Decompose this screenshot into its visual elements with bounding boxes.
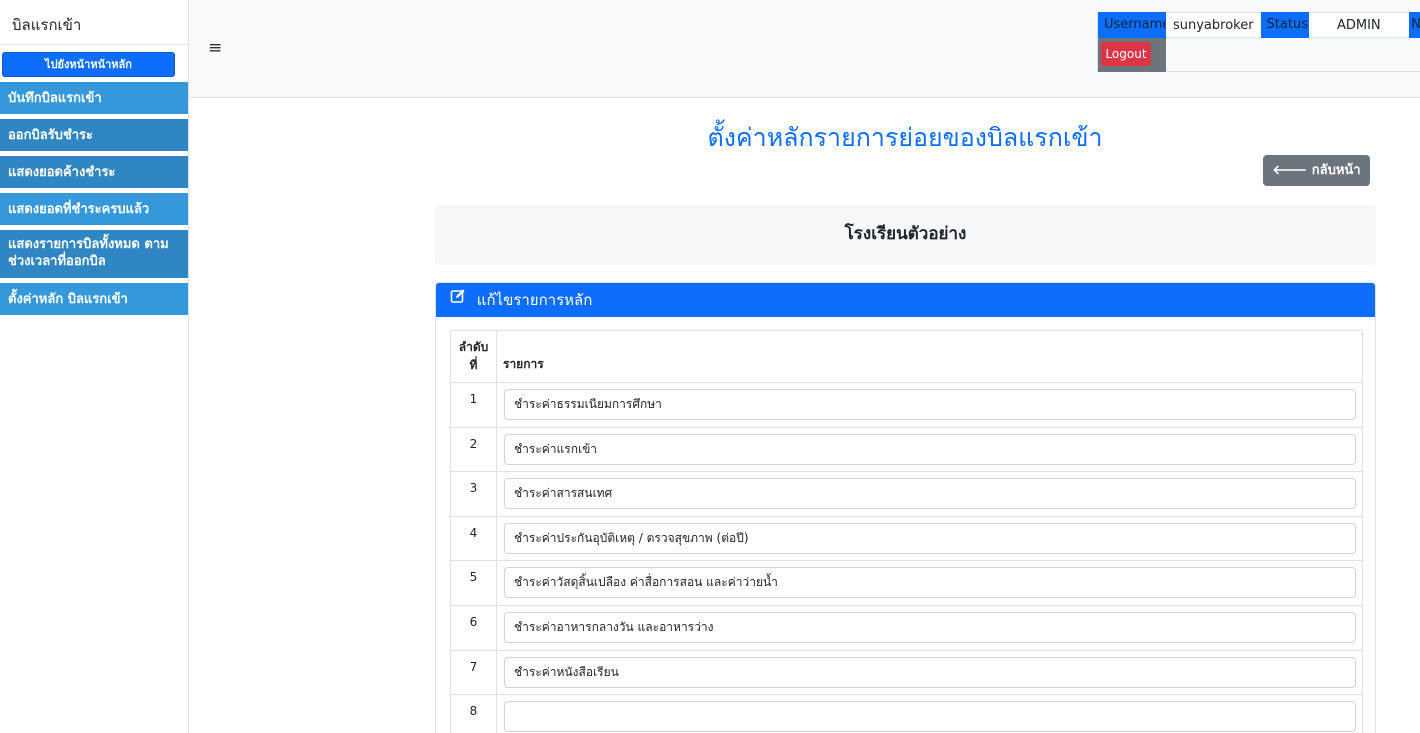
card-title: แก้ไขรายการหลัก: [476, 291, 593, 309]
card-header: แก้ไขรายการหลัก: [436, 283, 1375, 317]
user-info-box: Username sunyabroker Status ADMIN N Logo…: [1097, 12, 1420, 72]
row-number: 3: [450, 471, 497, 517]
top-header: ≡ Username sunyabroker Status ADMIN N Lo…: [189, 0, 1420, 98]
extra-label: N: [1409, 12, 1420, 38]
school-name-box: โรงเรียนตัวอย่าง: [435, 205, 1376, 265]
page-title: ตั้งค่าหลักรายการย่อยของบิลแรกเข้า: [707, 123, 1103, 152]
table-row: 5 ชำระค่าวัสดุสิ้นเปลือง ค่าสื่อการสอน แ…: [450, 560, 1363, 606]
col-header-order: ลำดับ ที่: [450, 330, 497, 383]
sidebar-nav: บันทึกบิลแรกเข้า ออกบิลรับชำระ แสดงยอดค้…: [0, 82, 188, 315]
sidebar-item-outstanding[interactable]: แสดงยอดค้างชำระ: [0, 156, 188, 188]
back-home-button[interactable]: 🡐 กลับหน้าหลัก: [1263, 155, 1370, 209]
edit-icon: [450, 283, 466, 316]
table-row: 6 ชำระค่าอาหารกลางวัน และอาหารว่าง: [450, 604, 1363, 651]
arrow-left-icon: 🡐: [1272, 163, 1308, 178]
school-name: โรงเรียนตัวอย่าง: [844, 224, 967, 244]
logout-cell: Logout: [1098, 38, 1166, 72]
sidebar-item-record-bill[interactable]: บันทึกบิลแรกเข้า: [0, 82, 188, 114]
col-header-order-line2: ที่: [469, 358, 478, 372]
row-number: 1: [450, 382, 497, 428]
item-input[interactable]: ชำระค่าอาหารกลางวัน และอาหารว่าง: [504, 611, 1356, 643]
table-row: 8: [450, 694, 1363, 733]
go-home-button[interactable]: ไปยังหน้าหน้าหลัก: [2, 52, 175, 77]
items-table: ลำดับ ที่ รายการ 1 ชำระค่าธรรมเนียมการศึ…: [450, 330, 1363, 733]
table-header-row: ลำดับ ที่ รายการ: [450, 330, 1363, 383]
status-value: ADMIN: [1308, 12, 1410, 38]
sidebar-item-all-bills[interactable]: แสดงรายการบิลทั้งหมด ตามช่วงเวลาที่ออกบิ…: [0, 230, 188, 278]
status-label: Status: [1260, 12, 1309, 38]
item-input[interactable]: ชำระค่าสารสนเทศ: [504, 478, 1356, 510]
hamburger-icon[interactable]: ≡: [208, 38, 222, 58]
username-value: sunyabroker: [1166, 12, 1261, 38]
row-number: 4: [450, 515, 497, 562]
table-row: 3 ชำระค่าสารสนเทศ: [450, 471, 1363, 517]
back-home-label: กลับหน้าหลัก: [1304, 163, 1361, 209]
item-input[interactable]: ชำระค่าประกันอุบัติเหตุ / ตรวจสุขภาพ (ต่…: [504, 522, 1356, 554]
sidebar-title: บิลแรกเข้า: [0, 0, 188, 45]
username-label: Username: [1098, 12, 1170, 38]
table-row: 4 ชำระค่าประกันอุบัติเหตุ / ตรวจสุขภาพ (…: [450, 515, 1363, 562]
item-input[interactable]: ชำระค่าวัสดุสิ้นเปลือง ค่าสื่อการสอน และ…: [504, 567, 1356, 599]
col-header-order-line1: ลำดับ: [458, 340, 489, 354]
row-number: 2: [450, 426, 497, 473]
logout-button[interactable]: Logout: [1101, 42, 1151, 66]
row-number: 5: [450, 560, 497, 606]
item-input[interactable]: ชำระค่าแรกเข้า: [504, 433, 1356, 465]
edit-items-card: แก้ไขรายการหลัก ลำดับ ที่ รายการ 1 ชำระค…: [435, 282, 1376, 733]
row-number: 6: [450, 604, 497, 651]
table-row: 1 ชำระค่าธรรมเนียมการศึกษา: [450, 382, 1363, 428]
row-number: 8: [450, 694, 497, 733]
table-row: 7 ชำระค่าหนังสือเรียน: [450, 649, 1363, 696]
sidebar-item-settings[interactable]: ตั้งค่าหลัก บิลแรกเข้า: [0, 283, 188, 315]
item-input[interactable]: ชำระค่าหนังสือเรียน: [504, 656, 1356, 688]
item-input[interactable]: ชำระค่าธรรมเนียมการศึกษา: [504, 389, 1356, 420]
table-row: 2 ชำระค่าแรกเข้า: [450, 426, 1363, 473]
row-number: 7: [450, 649, 497, 696]
sidebar-item-issue-receipt[interactable]: ออกบิลรับชำระ: [0, 119, 188, 151]
sidebar-item-paid-full[interactable]: แสดงยอดที่ชำระครบแล้ว: [0, 193, 188, 225]
sidebar: บิลแรกเข้า ไปยังหน้าหน้าหลัก บันทึกบิลแร…: [0, 0, 189, 733]
item-input[interactable]: [504, 701, 1356, 733]
col-header-item: รายการ: [496, 330, 1363, 383]
